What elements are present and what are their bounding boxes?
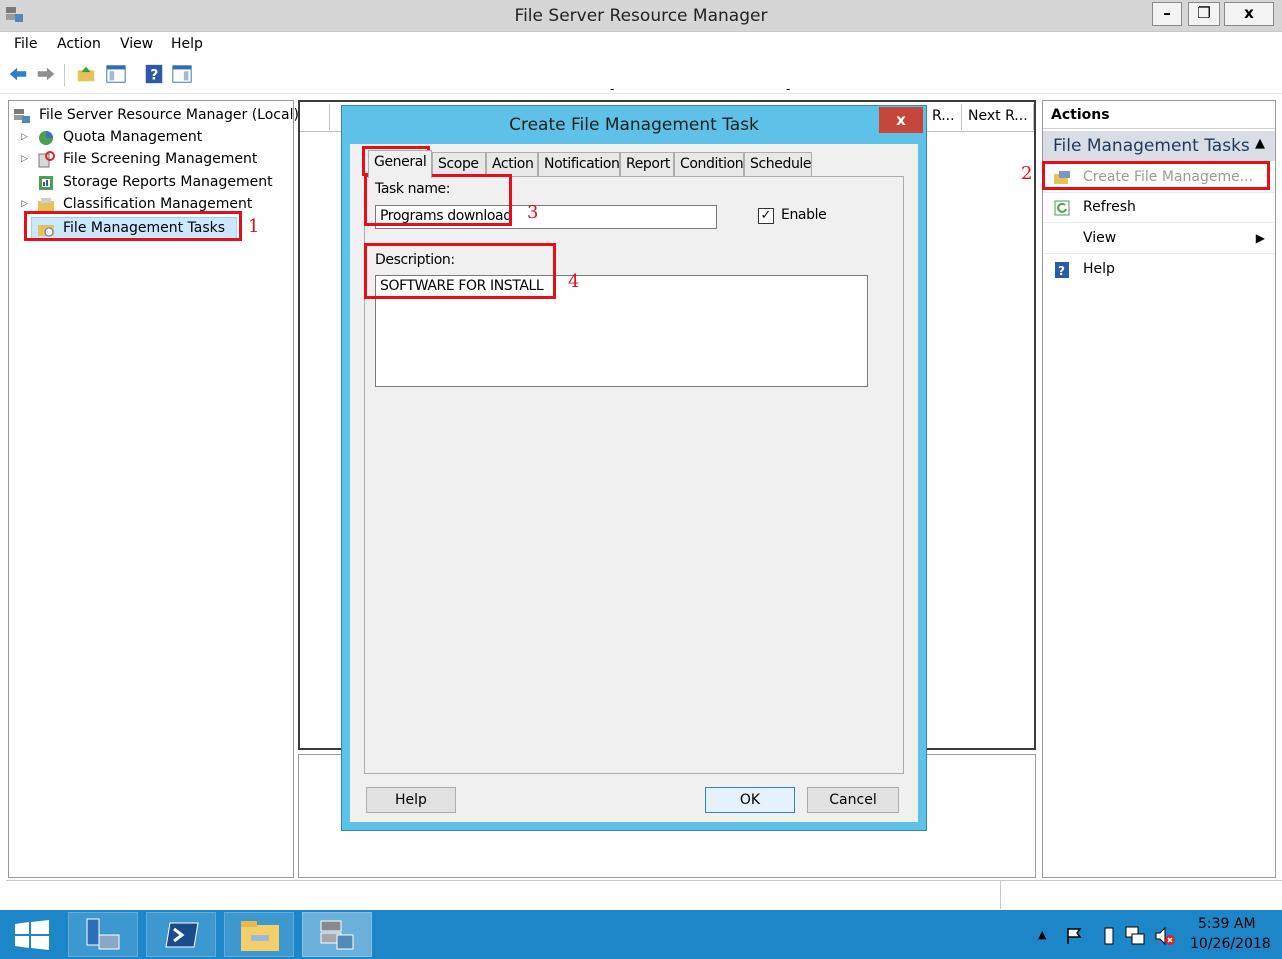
menu-view[interactable]: View bbox=[120, 36, 153, 52]
close-button[interactable]: x bbox=[1224, 2, 1274, 26]
back-arrow-icon[interactable] bbox=[6, 62, 30, 86]
volume-muted-icon[interactable] bbox=[1154, 925, 1176, 947]
action-label: View bbox=[1083, 230, 1117, 246]
menu-bar: File Action View Help bbox=[0, 32, 1282, 58]
dialog-title: Create File Management Task bbox=[509, 115, 759, 135]
show-hidden-icons-icon[interactable]: ▲ bbox=[1038, 928, 1046, 941]
annotation-box-3 bbox=[364, 174, 512, 226]
annotation-number-1: 1 bbox=[248, 216, 260, 237]
submenu-arrow-icon: ▶ bbox=[1255, 231, 1265, 245]
annotation-number-3: 3 bbox=[527, 202, 539, 223]
collapse-arrow-icon[interactable]: ▲ bbox=[1255, 136, 1265, 151]
annotation-box-4 bbox=[364, 243, 556, 299]
tree-root-label: File Server Resource Manager (Local) bbox=[39, 107, 299, 123]
column-header-next-run[interactable]: Next R... bbox=[962, 104, 1034, 130]
menu-action[interactable]: Action bbox=[57, 36, 101, 52]
sort-mark: - bbox=[610, 82, 615, 96]
column-header-blank[interactable] bbox=[300, 104, 330, 130]
help-icon[interactable]: ? bbox=[142, 62, 166, 86]
tree-item-label: Storage Reports Management bbox=[63, 174, 273, 190]
show-hide-tree-icon[interactable] bbox=[104, 62, 128, 86]
quota-icon bbox=[39, 131, 53, 145]
tree-item-quota-management[interactable]: ▷ Quota Management bbox=[9, 127, 293, 149]
annotation-number-2: 2 bbox=[1021, 163, 1033, 184]
sort-mark: - bbox=[786, 82, 791, 96]
usb-device-icon[interactable] bbox=[1100, 926, 1118, 946]
enable-checkbox[interactable]: ✓ bbox=[758, 208, 774, 224]
dialog-close-button[interactable]: x bbox=[879, 107, 923, 133]
action-label: Refresh bbox=[1083, 199, 1136, 215]
window-title: File Server Resource Manager bbox=[514, 6, 768, 26]
clock-time: 5:39 AM bbox=[1198, 916, 1256, 932]
ok-button[interactable]: OK bbox=[705, 787, 795, 813]
taskbar-file-explorer[interactable] bbox=[224, 912, 294, 957]
refresh-icon bbox=[1054, 200, 1070, 216]
start-windows-icon[interactable] bbox=[14, 920, 50, 950]
svg-text:?: ? bbox=[1058, 264, 1065, 278]
cancel-button[interactable]: Cancel bbox=[807, 787, 899, 813]
menu-help[interactable]: Help bbox=[171, 36, 203, 52]
tree-root[interactable]: File Server Resource Manager (Local) bbox=[9, 105, 299, 127]
minimize-button[interactable]: – bbox=[1152, 2, 1182, 26]
action-help[interactable]: ? Help bbox=[1043, 255, 1275, 285]
toolbar: ? bbox=[0, 58, 1282, 94]
status-bar bbox=[6, 880, 1282, 909]
storage-report-icon bbox=[39, 176, 53, 190]
file-screen-icon bbox=[38, 151, 55, 168]
tab-scope[interactable]: Scope bbox=[432, 152, 486, 176]
actions-pane: Actions File Management Tasks ▲ Create F… bbox=[1042, 100, 1276, 878]
taskbar-fsrm[interactable] bbox=[302, 912, 372, 957]
expand-arrow-icon[interactable]: ▷ bbox=[21, 132, 28, 142]
fsrm-icon bbox=[320, 920, 354, 950]
network-icon[interactable] bbox=[1124, 925, 1146, 947]
action-refresh[interactable]: Refresh bbox=[1043, 193, 1275, 223]
server-icon bbox=[14, 109, 30, 123]
taskbar-server-manager[interactable] bbox=[68, 912, 138, 957]
server-manager-icon bbox=[86, 918, 120, 950]
tree-item-storage-reports-management[interactable]: Storage Reports Management bbox=[9, 172, 293, 194]
annotation-number-4: 4 bbox=[568, 271, 580, 292]
help-icon: ? bbox=[1055, 262, 1069, 278]
file-explorer-icon bbox=[241, 921, 279, 951]
column-header-r[interactable]: R... bbox=[926, 104, 962, 130]
title-bar: File Server Resource Manager – ❐ x bbox=[0, 0, 1282, 32]
tab-general[interactable]: General bbox=[368, 150, 432, 178]
svg-text:?: ? bbox=[150, 68, 158, 84]
annotation-box-2 bbox=[1042, 161, 1270, 190]
up-folder-icon[interactable] bbox=[74, 62, 98, 86]
toolbar-divider bbox=[64, 64, 65, 86]
annotation-box-1 bbox=[24, 211, 242, 241]
forward-arrow-icon[interactable] bbox=[34, 62, 58, 86]
taskbar-powershell[interactable] bbox=[146, 912, 216, 957]
tab-report[interactable]: Report bbox=[620, 152, 674, 176]
tab-action[interactable]: Action bbox=[486, 152, 538, 176]
expand-arrow-icon[interactable]: ▷ bbox=[21, 199, 28, 209]
actions-section-label: File Management Tasks bbox=[1053, 136, 1250, 156]
status-divider bbox=[1000, 881, 1001, 909]
tab-schedule[interactable]: Schedule bbox=[744, 152, 812, 176]
tree-item-label: File Screening Management bbox=[63, 151, 258, 167]
menu-file[interactable]: File bbox=[14, 36, 37, 52]
tree-item-label: Classification Management bbox=[63, 196, 253, 212]
action-view[interactable]: View ▶ bbox=[1043, 224, 1275, 254]
action-label: Help bbox=[1083, 261, 1115, 277]
action-center-flag-icon[interactable] bbox=[1064, 926, 1084, 946]
clock-date: 10/26/2018 bbox=[1190, 936, 1271, 952]
tree-item-file-screening-management[interactable]: ▷ File Screening Management bbox=[9, 149, 293, 171]
tab-notification[interactable]: Notification bbox=[538, 152, 620, 176]
tree-item-label: Quota Management bbox=[63, 129, 203, 145]
actions-section-file-management-tasks[interactable]: File Management Tasks ▲ bbox=[1043, 131, 1275, 161]
enable-label: Enable bbox=[781, 207, 827, 223]
help-button[interactable]: Help bbox=[366, 787, 456, 813]
actions-header: Actions bbox=[1043, 101, 1275, 129]
taskbar: ▲ 5:39 AM 10/26/2018 bbox=[0, 910, 1282, 959]
expand-arrow-icon[interactable]: ▷ bbox=[21, 154, 28, 164]
show-hide-action-pane-icon[interactable] bbox=[170, 62, 194, 86]
restore-button[interactable]: ❐ bbox=[1188, 2, 1220, 26]
powershell-icon bbox=[165, 922, 199, 948]
tab-condition[interactable]: Condition bbox=[674, 152, 744, 176]
